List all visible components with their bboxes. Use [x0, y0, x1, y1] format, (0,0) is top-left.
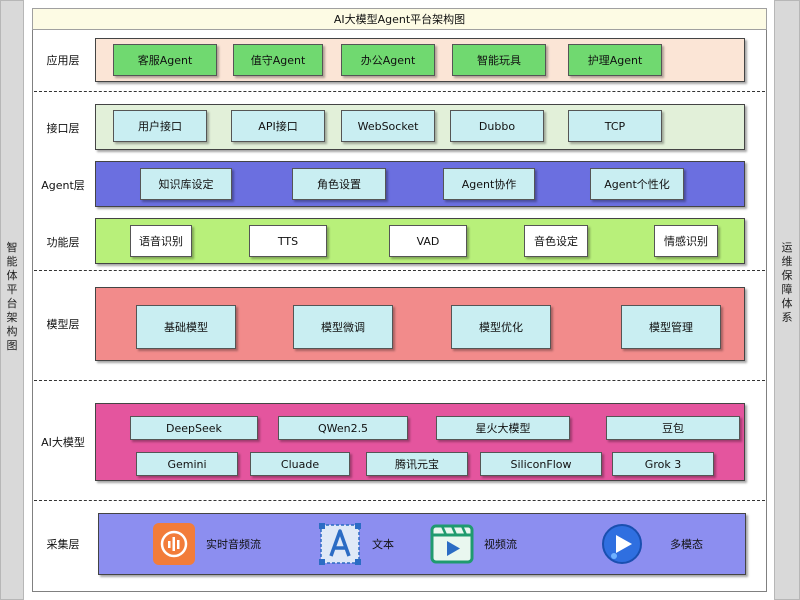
ai-model-spark: 星火大模型 [436, 416, 570, 440]
model-item-base: 基础模型 [136, 305, 236, 349]
func-item-voice-setting: 音色设定 [524, 225, 588, 257]
model-item-manage: 模型管理 [621, 305, 721, 349]
func-item-vad: VAD [389, 225, 467, 257]
diagram-title: AI大模型Agent平台架构图 [32, 8, 767, 30]
ai-model-doubao: 豆包 [606, 416, 740, 440]
video-stream-icon [430, 522, 474, 566]
ingest-label-multimodal: 多模态 [670, 538, 703, 551]
model-item-optimize: 模型优化 [451, 305, 551, 349]
layer-label-interface: 接口层 [46, 122, 80, 135]
left-side-label: 智能体平台架构图 [6, 241, 18, 352]
layer-label-application: 应用层 [46, 54, 80, 67]
ingest-item-multimodal: 多模态 [600, 522, 703, 566]
agent-item-role-setting: 角色设置 [292, 168, 386, 200]
ingest-item-text: 文本 [318, 522, 394, 566]
layer-label-ai-models: AI大模型 [41, 436, 85, 449]
iface-item-tcp: TCP [568, 110, 662, 142]
agent-item-collaboration: Agent协作 [443, 168, 535, 200]
iface-item-websocket: WebSocket [341, 110, 435, 142]
layer-label-agent: Agent层 [41, 179, 85, 192]
model-item-finetune: 模型微调 [293, 305, 393, 349]
text-icon [318, 522, 362, 566]
ai-model-grok: Grok 3 [612, 452, 714, 476]
left-side-bar: 智能体平台架构图 [0, 0, 24, 600]
ai-model-siliconflow: SiliconFlow [480, 452, 602, 476]
ingest-label-video: 视频流 [484, 538, 517, 551]
separator [34, 380, 765, 381]
ingest-label-audio: 实时音频流 [206, 538, 261, 551]
ai-model-claude: Cluade [250, 452, 350, 476]
ingest-label-text: 文本 [372, 538, 394, 551]
func-item-speech-recognition: 语音识别 [130, 225, 192, 257]
multimodal-icon [600, 522, 644, 566]
separator [34, 270, 765, 271]
ingest-item-video: 视频流 [430, 522, 517, 566]
layer-label-ingest: 采集层 [46, 538, 80, 551]
iface-item-user: 用户接口 [113, 110, 207, 142]
app-item-nursing: 护理Agent [568, 44, 662, 76]
func-item-tts: TTS [249, 225, 327, 257]
ai-model-deepseek: DeepSeek [130, 416, 258, 440]
ai-model-qwen: QWen2.5 [278, 416, 408, 440]
agent-item-knowledge-base: 知识库设定 [140, 168, 232, 200]
app-item-on-duty: 值守Agent [233, 44, 323, 76]
iface-item-dubbo: Dubbo [450, 110, 544, 142]
app-item-customer-service: 客服Agent [113, 44, 217, 76]
app-item-office: 办公Agent [341, 44, 435, 76]
agent-item-personalization: Agent个性化 [590, 168, 684, 200]
layer-label-function: 功能层 [46, 236, 80, 249]
separator [34, 91, 765, 92]
app-item-smart-toy: 智能玩具 [452, 44, 546, 76]
ingest-item-audio: 实时音频流 [152, 522, 261, 566]
ai-model-gemini: Gemini [136, 452, 238, 476]
layer-label-model: 模型层 [46, 318, 80, 331]
separator [34, 500, 765, 501]
ai-model-yuanbao: 腾讯元宝 [366, 452, 468, 476]
right-side-bar: 运维保障体系 [774, 0, 800, 600]
func-item-emotion-recognition: 情感识别 [654, 225, 718, 257]
right-side-label: 运维保障体系 [781, 241, 793, 324]
audio-stream-icon [152, 522, 196, 566]
iface-item-api: API接口 [231, 110, 325, 142]
